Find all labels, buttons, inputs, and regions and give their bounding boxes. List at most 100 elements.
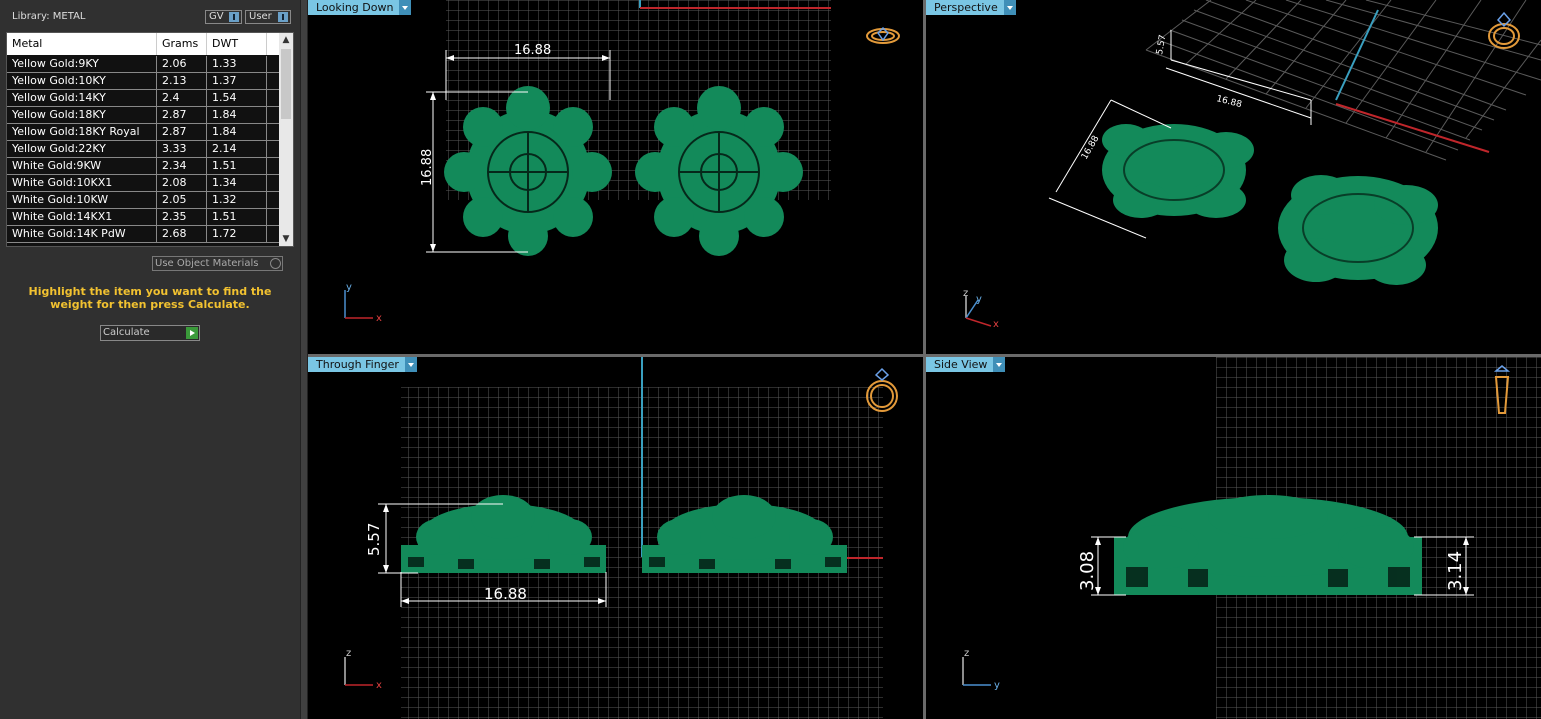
- viewport-label-perspective[interactable]: Perspective: [926, 0, 1016, 15]
- use-object-materials-toggle[interactable]: Use Object Materials: [152, 256, 283, 271]
- table-row[interactable]: Yellow Gold:18KY 2.87 1.84: [7, 107, 279, 124]
- viewport-looking-down[interactable]: 16.88 16.88 y x Looking Down: [308, 0, 923, 354]
- viewport-label-looking-down[interactable]: Looking Down: [308, 0, 412, 15]
- viewport-perspective[interactable]: 5.57 16.88 16.88 z y x Perspective: [926, 0, 1541, 354]
- dim-height-label: 16.88: [420, 149, 435, 186]
- axis-x-label: x: [993, 319, 999, 330]
- gv-label: GV: [209, 11, 224, 22]
- toggle-switch-icon: [278, 12, 288, 22]
- viewport-label-text: Perspective: [934, 1, 998, 14]
- dim-height-label: 5.57: [365, 523, 383, 556]
- dim-width-label: 16.88: [1215, 94, 1243, 110]
- grams-value: 2.87: [157, 107, 207, 123]
- metal-name: Yellow Gold:18KY: [7, 107, 157, 123]
- axis-z-label: z: [964, 648, 969, 659]
- play-icon: [186, 327, 198, 339]
- instructions-text: Highlight the item you want to find the …: [28, 285, 272, 311]
- calculate-button[interactable]: Calculate: [100, 325, 200, 341]
- dim-right-height-label: 3.14: [1445, 551, 1466, 591]
- metal-name: White Gold:10KW: [7, 192, 157, 208]
- dwt-value: 1.37: [207, 73, 267, 89]
- axis-z-label: z: [963, 288, 968, 299]
- metal-name: Yellow Gold:10KY: [7, 73, 157, 89]
- dwt-value: 1.32: [207, 192, 267, 208]
- metal-name: White Gold:14KX1: [7, 209, 157, 225]
- table-row[interactable]: Yellow Gold:10KY 2.13 1.37: [7, 73, 279, 90]
- ring-gem-icon[interactable]: [866, 26, 900, 44]
- scroll-up-icon[interactable]: ▲: [279, 33, 293, 47]
- user-toggle[interactable]: User: [245, 10, 291, 24]
- table-row[interactable]: White Gold:10KW 2.05 1.32: [7, 192, 279, 209]
- grams-value: 2.05: [157, 192, 207, 208]
- scroll-down-icon[interactable]: ▼: [279, 232, 293, 246]
- viewport-label-through-finger[interactable]: Through Finger: [308, 357, 417, 372]
- dwt-value: 1.51: [207, 158, 267, 174]
- axis-gizmo: z y: [962, 648, 1000, 691]
- use-object-materials-label: Use Object Materials: [155, 258, 259, 269]
- dim-depth-label: 16.88: [1080, 134, 1102, 162]
- viewport-splitter-vertical[interactable]: [923, 0, 926, 719]
- column-header-metal[interactable]: Metal: [7, 33, 157, 55]
- metal-name: White Gold:10KX1: [7, 175, 157, 191]
- grams-value: 2.4: [157, 90, 207, 106]
- radio-icon: [270, 258, 281, 269]
- dim-width-label: 16.88: [514, 43, 551, 58]
- metal-name: Yellow Gold:18KY Royal: [7, 124, 157, 140]
- dropdown-arrow-icon[interactable]: [993, 357, 1006, 372]
- side-view-canvas: 3.08 3.14 z y: [962, 357, 1541, 719]
- viewport-side-view[interactable]: 3.08 3.14 z y Side View: [926, 357, 1541, 719]
- metal-name: Yellow Gold:22KY: [7, 141, 157, 157]
- dwt-value: 1.84: [207, 107, 267, 123]
- grams-value: 2.68: [157, 226, 207, 242]
- metal-name: White Gold:9KW: [7, 158, 157, 174]
- panel-splitter[interactable]: [300, 0, 308, 719]
- axis-y-label: y: [346, 282, 352, 293]
- column-header-grams[interactable]: Grams: [157, 33, 207, 55]
- axis-y-label: y: [976, 294, 982, 305]
- viewport-label-text: Side View: [934, 358, 988, 371]
- axis-y-label: y: [994, 680, 1000, 691]
- axis-gizmo: z x: [344, 648, 382, 691]
- viewport-through-finger[interactable]: 5.57 16.88 z x Through Finger: [308, 357, 923, 719]
- dwt-value: 1.51: [207, 209, 267, 225]
- axis-x-label: x: [376, 313, 382, 324]
- dwt-value: 1.72: [207, 226, 267, 242]
- axis-x-label: x: [376, 680, 382, 691]
- table-row[interactable]: Yellow Gold:18KY Royal 2.87 1.84: [7, 124, 279, 141]
- user-label: User: [249, 11, 272, 22]
- perspective-canvas: 5.57 16.88 16.88 z y x: [963, 0, 1541, 330]
- gv-toggle[interactable]: GV: [205, 10, 242, 24]
- dropdown-arrow-icon[interactable]: [404, 357, 417, 372]
- grams-value: 2.13: [157, 73, 207, 89]
- toggle-switch-icon: [229, 12, 239, 22]
- column-header-dwt[interactable]: DWT: [207, 33, 267, 55]
- dwt-value: 1.54: [207, 90, 267, 106]
- metal-name: White Gold:14K PdW: [7, 226, 157, 242]
- dwt-value: 2.14: [207, 141, 267, 157]
- table-row[interactable]: White Gold:14KX1 2.35 1.51: [7, 209, 279, 226]
- table-scrollbar[interactable]: ▲ ▼: [279, 33, 293, 246]
- library-panel: Library: METAL GV User Metal Grams DWT Y…: [0, 0, 300, 719]
- metal-table[interactable]: Metal Grams DWT Yellow Gold:9KY 2.06 1.33 …: [6, 32, 294, 247]
- table-row[interactable]: White Gold:10KX1 2.08 1.34: [7, 175, 279, 192]
- metal-name: Yellow Gold:9KY: [7, 56, 157, 72]
- grams-value: 2.35: [157, 209, 207, 225]
- dwt-value: 1.33: [207, 56, 267, 72]
- scroll-thumb[interactable]: [281, 49, 291, 119]
- calculate-label: Calculate: [103, 327, 150, 338]
- viewport-label-text: Through Finger: [316, 358, 399, 371]
- library-title: Library: METAL: [12, 11, 86, 22]
- table-row[interactable]: Yellow Gold:14KY 2.4 1.54: [7, 90, 279, 107]
- grams-value: 2.06: [157, 56, 207, 72]
- dropdown-arrow-icon[interactable]: [1003, 0, 1016, 15]
- table-row[interactable]: Yellow Gold:22KY 3.33 2.14: [7, 141, 279, 158]
- grams-value: 2.87: [157, 124, 207, 140]
- dwt-value: 1.34: [207, 175, 267, 191]
- dim-height-label: 5.57: [1155, 34, 1168, 55]
- table-row[interactable]: White Gold:9KW 2.34 1.51: [7, 158, 279, 175]
- through-finger-canvas: 5.57 16.88 z x: [344, 357, 898, 719]
- dropdown-arrow-icon[interactable]: [399, 0, 412, 15]
- table-row[interactable]: White Gold:14K PdW 2.68 1.72: [7, 226, 279, 243]
- viewport-label-side-view[interactable]: Side View: [926, 357, 1006, 372]
- table-row[interactable]: Yellow Gold:9KY 2.06 1.33: [7, 56, 279, 73]
